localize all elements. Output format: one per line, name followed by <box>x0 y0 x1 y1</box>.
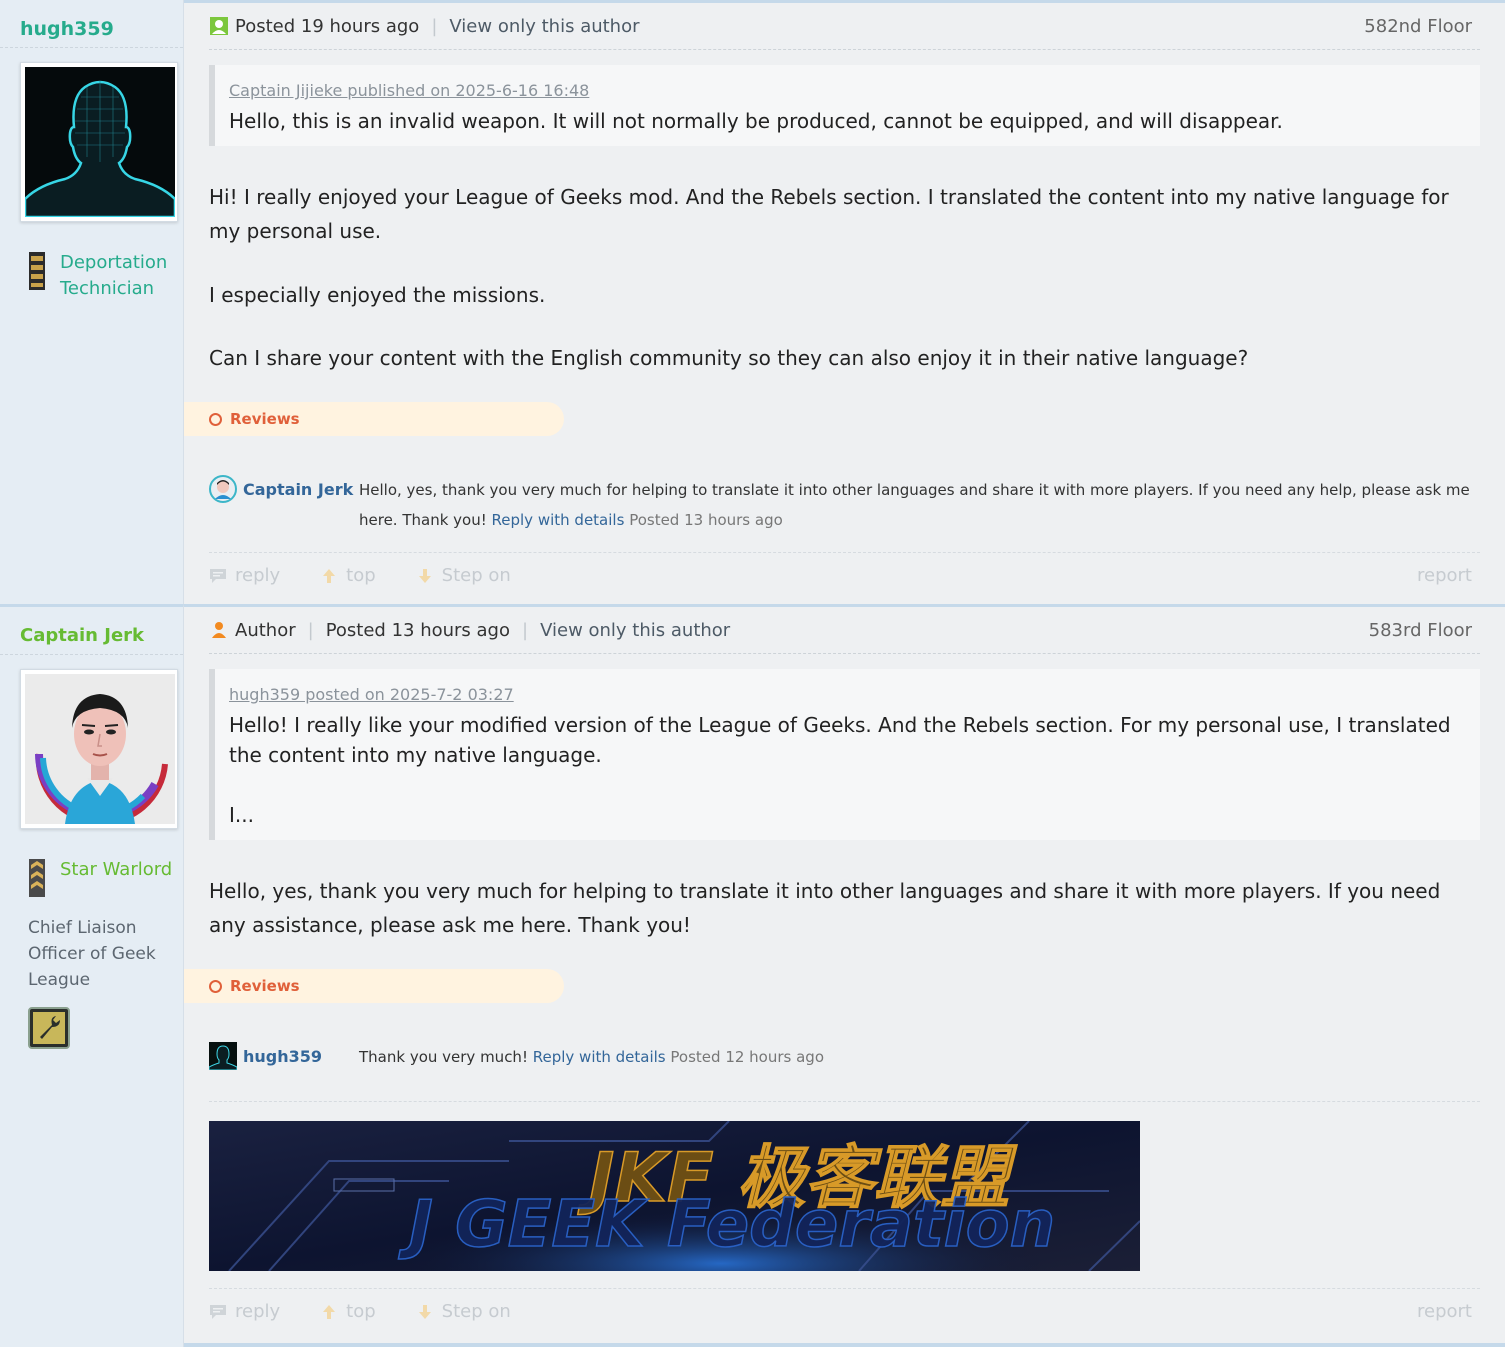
signature-divider <box>209 1101 1480 1121</box>
post-divider <box>184 1343 1505 1347</box>
separator: | <box>522 619 529 641</box>
thumbs-up-icon <box>323 1304 336 1319</box>
custom-title: Chief Liaison Officer of Geek League <box>28 918 156 990</box>
reviews-circle-icon <box>209 412 222 426</box>
reviews-tab[interactable]: Reviews <box>184 969 564 1003</box>
rank-row: Deportation Technician <box>28 250 183 302</box>
rank-title: Deportation Technician <box>60 252 168 299</box>
comment-body: Thank you very much! Reply with details … <box>359 1042 1480 1072</box>
top-label: top <box>346 565 376 586</box>
comment-text: Thank you very much! <box>359 1048 528 1066</box>
post-paragraph: I especially enjoyed the missions. <box>209 283 546 307</box>
quote-ellipsis: I... <box>229 803 254 827</box>
post-paragraph: Hello, yes, thank you very much for help… <box>209 879 1441 937</box>
author-tag: Author <box>235 619 296 641</box>
report-link[interactable]: report <box>1417 1301 1472 1322</box>
reply-icon <box>210 1304 226 1319</box>
post-time: Posted 13 hours ago <box>325 619 510 641</box>
banner-title-en: J GEEK Federation <box>398 1188 1055 1262</box>
reply-button[interactable]: reply <box>209 565 300 586</box>
online-user-icon <box>210 17 228 35</box>
thread-page: hugh359 Deportation Technician Posted 19… <box>0 0 1505 1347</box>
post-footer: reply top Step on report <box>209 552 1480 598</box>
floor-number[interactable]: 582nd Floor <box>1364 16 1480 37</box>
step-on-button[interactable]: Step on <box>416 565 531 586</box>
avatar[interactable] <box>20 62 178 222</box>
comment-user[interactable]: hugh359 <box>209 1042 359 1070</box>
author-name[interactable]: Captain Jerk <box>0 607 183 655</box>
avatar[interactable] <box>20 669 178 829</box>
rank-medal-icon <box>29 252 45 290</box>
separator: | <box>431 15 438 37</box>
separator: | <box>307 619 314 641</box>
reviews-circle-icon <box>209 979 222 993</box>
step-on-button[interactable]: Step on <box>416 1301 531 1322</box>
comment-user[interactable]: Captain Jerk <box>209 475 359 503</box>
post-paragraph: Hi! I really enjoyed your League of Geek… <box>209 185 1449 243</box>
silhouette-avatar-icon <box>25 67 175 217</box>
report-link[interactable]: report <box>1417 565 1472 586</box>
view-only-author-link[interactable]: View only this author <box>540 620 730 641</box>
review-comment: Captain Jerk Hello, yes, thank you very … <box>209 475 1480 535</box>
signature-banner-image: JKF 极客联盟 J GEEK Federation <box>209 1120 1141 1272</box>
reply-with-details-link[interactable]: Reply with details <box>492 511 625 529</box>
wrench-badge-icon[interactable] <box>28 1007 70 1049</box>
reviews-tab[interactable]: Reviews <box>184 402 564 436</box>
quote-text: Hello, this is an invalid weapon. It wil… <box>229 109 1283 133</box>
author-person-icon <box>212 622 226 638</box>
post-header: Author | Posted 13 hours ago | View only… <box>209 607 1480 654</box>
thumbs-up-icon <box>323 568 336 583</box>
rank-medal-icon <box>29 859 45 897</box>
rank-title: Star Warlord <box>60 859 173 880</box>
quote-block: Captain Jijieke published on 2025-6-16 1… <box>209 65 1480 146</box>
author-name[interactable]: hugh359 <box>0 0 183 48</box>
post-583: Author | Posted 13 hours ago | View only… <box>184 604 1505 1347</box>
step-on-label: Step on <box>441 565 511 586</box>
review-comment: hugh359 Thank you very much! Reply with … <box>209 1042 1480 1072</box>
reviews-label: Reviews <box>230 977 300 995</box>
view-only-author-link[interactable]: View only this author <box>449 16 639 37</box>
comment-username: hugh359 <box>243 1046 323 1066</box>
cartoon-man-avatar-icon <box>25 674 175 824</box>
author-sidebar: hugh359 Deportation Technician <box>0 0 184 604</box>
quote-source-link[interactable]: hugh359 posted on 2025-7-2 03:27 <box>229 685 1460 704</box>
top-button[interactable]: top <box>320 565 396 586</box>
thumbs-down-icon <box>418 1304 431 1319</box>
comment-time: Posted 13 hours ago <box>629 511 783 529</box>
hugh359-mini-avatar-icon <box>209 1042 237 1070</box>
captain-jerk-mini-avatar-icon <box>209 475 237 503</box>
rank-row: Star Warlord <box>28 857 183 897</box>
comment-time: Posted 12 hours ago <box>670 1048 825 1066</box>
step-on-label: Step on <box>441 1301 511 1322</box>
post-footer: reply top Step on report <box>209 1288 1480 1334</box>
reviews-label: Reviews <box>230 410 300 428</box>
post-header: Posted 19 hours ago | View only this aut… <box>209 3 1480 50</box>
reply-button[interactable]: reply <box>209 1301 300 1322</box>
comment-body: Hello, yes, thank you very much for help… <box>359 475 1480 535</box>
top-label: top <box>346 1301 376 1322</box>
author-sidebar: Captain Jerk Star Warlord Chief Liaison … <box>0 604 184 1347</box>
reply-with-details-link[interactable]: Reply with details <box>533 1048 666 1066</box>
post-paragraph: Can I share your content with the Englis… <box>209 346 1249 370</box>
post-582: Posted 19 hours ago | View only this aut… <box>184 0 1505 604</box>
quote-source-link[interactable]: Captain Jijieke published on 2025-6-16 1… <box>229 81 1460 100</box>
thumbs-down-icon <box>418 568 431 583</box>
post-time: Posted 19 hours ago <box>235 15 420 37</box>
top-button[interactable]: top <box>320 1301 396 1322</box>
reply-icon <box>210 568 226 583</box>
reply-label: reply <box>235 565 281 586</box>
quote-block: hugh359 posted on 2025-7-2 03:27 Hello! … <box>209 669 1480 840</box>
quote-text: Hello! I really like your modified versi… <box>229 713 1451 767</box>
reply-label: reply <box>235 1301 281 1322</box>
floor-number[interactable]: 583rd Floor <box>1369 620 1480 641</box>
comment-username: Captain Jerk <box>243 479 354 499</box>
